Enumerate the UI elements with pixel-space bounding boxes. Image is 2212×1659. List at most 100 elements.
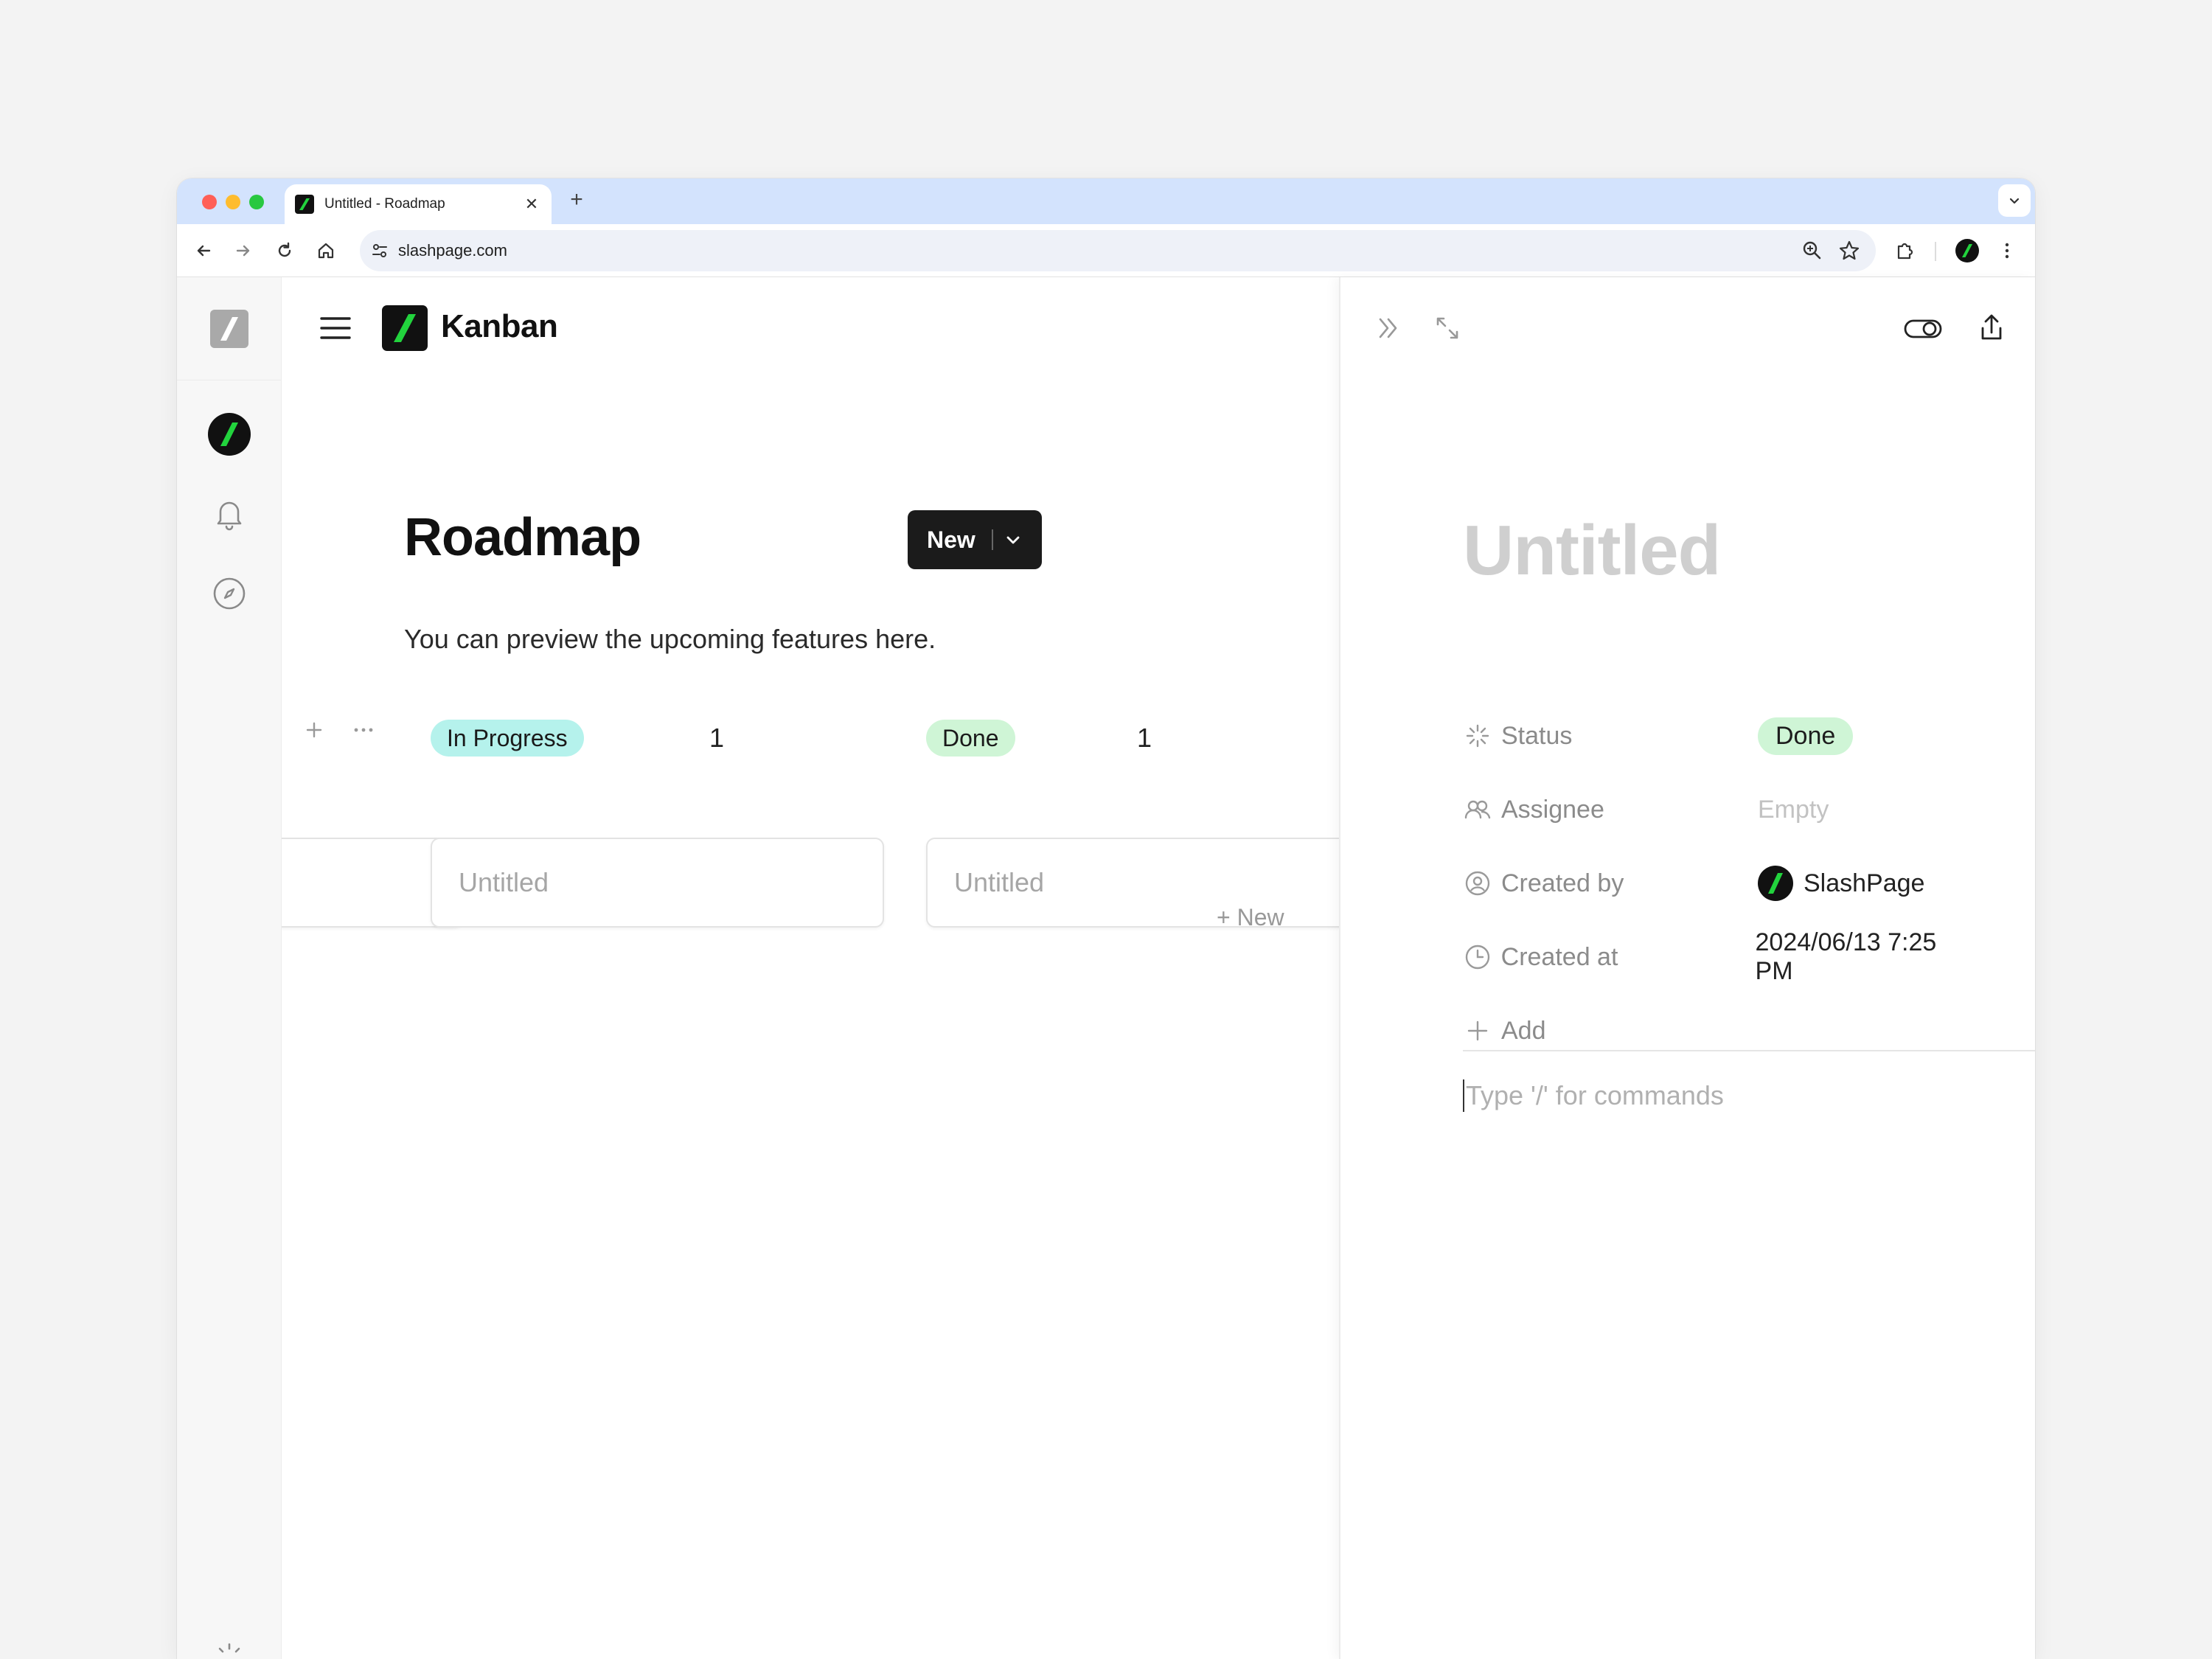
vertical-dots-icon bbox=[2005, 243, 2009, 259]
property-name: Status bbox=[1501, 721, 1573, 750]
maximize-window-button[interactable] bbox=[249, 195, 264, 209]
app-name: Kanban bbox=[441, 308, 558, 344]
user-circle-icon bbox=[1463, 869, 1492, 898]
text-caret bbox=[1463, 1079, 1464, 1112]
toggle-icon bbox=[1904, 319, 1942, 338]
new-button[interactable]: New bbox=[908, 510, 1042, 569]
explore-button[interactable] bbox=[206, 571, 252, 616]
document-editor[interactable]: Type '/' for commands bbox=[1463, 1074, 2035, 1118]
bookmark-star-icon[interactable] bbox=[1836, 237, 1863, 264]
chevron-down-icon bbox=[2009, 198, 2020, 204]
share-icon bbox=[1981, 314, 2002, 340]
property-assignee[interactable]: Assignee Empty bbox=[1463, 787, 1979, 832]
browser-menu-button[interactable] bbox=[1994, 237, 2020, 264]
reload-button[interactable] bbox=[271, 237, 298, 264]
toolbar-divider bbox=[1935, 242, 1936, 261]
add-column-icon[interactable] bbox=[304, 720, 324, 740]
profile-avatar-icon bbox=[1955, 239, 1979, 262]
property-name: Assignee bbox=[1501, 795, 1604, 824]
new-button-dropdown[interactable] bbox=[1002, 529, 1024, 551]
left-rail bbox=[177, 277, 282, 1659]
property-name: Created at bbox=[1500, 942, 1618, 971]
tab-search-button[interactable] bbox=[1998, 184, 2031, 217]
kanban-card[interactable]: Untitled bbox=[431, 838, 884, 928]
status-icon bbox=[1463, 721, 1492, 751]
add-property-button[interactable]: Add bbox=[1463, 1009, 1979, 1053]
kanban-logo-icon bbox=[382, 305, 428, 351]
slashpage-logo-icon bbox=[209, 309, 248, 348]
profile-button[interactable] bbox=[1954, 237, 1980, 264]
people-icon bbox=[1463, 795, 1492, 824]
editor-placeholder: Type '/' for commands bbox=[1466, 1080, 1724, 1110]
share-button[interactable] bbox=[1973, 310, 2010, 347]
close-window-button[interactable] bbox=[202, 195, 217, 209]
compass-icon bbox=[213, 577, 246, 610]
notifications-button[interactable] bbox=[206, 491, 252, 537]
rail-logo[interactable] bbox=[177, 277, 281, 380]
bell-icon bbox=[217, 501, 242, 531]
document-title[interactable]: Untitled bbox=[1463, 510, 1721, 591]
workspace-avatar-icon bbox=[208, 413, 251, 456]
card-title: Untitled bbox=[459, 867, 549, 897]
site-info-icon[interactable] bbox=[370, 241, 389, 260]
expand-icon bbox=[1436, 317, 1458, 339]
chevron-down-icon bbox=[1006, 536, 1020, 544]
tab-strip: Untitled - Roadmap ✕ + bbox=[177, 178, 2035, 224]
extensions-button[interactable] bbox=[1892, 237, 1919, 264]
sun-icon bbox=[218, 1643, 240, 1653]
home-button[interactable] bbox=[313, 237, 339, 264]
status-badge[interactable]: Done bbox=[1758, 717, 1854, 755]
theme-toggle[interactable] bbox=[206, 1635, 252, 1659]
expand-panel-button[interactable] bbox=[1429, 310, 1466, 347]
back-button[interactable] bbox=[190, 237, 217, 264]
more-options-icon[interactable] bbox=[351, 720, 376, 740]
url-text[interactable]: slashpage.com bbox=[398, 241, 507, 260]
browser-tab-active[interactable]: Untitled - Roadmap ✕ bbox=[285, 184, 552, 224]
new-button-divider bbox=[991, 529, 993, 550]
column-badge-in-progress: In Progress bbox=[431, 720, 584, 757]
home-icon bbox=[318, 243, 334, 259]
clock-icon bbox=[1463, 942, 1492, 972]
arrow-right-icon bbox=[236, 245, 250, 257]
property-created-by: Created by SlashPage bbox=[1463, 861, 1979, 905]
column-count: 1 bbox=[1137, 723, 1152, 753]
kanban-main: Kanban Roadmap New You can preview the u… bbox=[282, 277, 1339, 1659]
plus-icon bbox=[1463, 1016, 1492, 1046]
add-card-button[interactable]: + New bbox=[1217, 904, 1284, 931]
address-bar[interactable]: slashpage.com bbox=[360, 230, 1876, 271]
toggle-button[interactable] bbox=[1901, 310, 1945, 347]
puzzle-icon bbox=[1897, 243, 1913, 260]
collapse-panel-button[interactable] bbox=[1370, 310, 1407, 347]
property-name: Created by bbox=[1501, 869, 1624, 897]
column-count: 1 bbox=[709, 723, 725, 753]
property-status[interactable]: Status Done bbox=[1463, 714, 1979, 758]
creator-name: SlashPage bbox=[1804, 869, 1925, 897]
column-label: In Progress bbox=[447, 724, 568, 751]
column-tools bbox=[304, 720, 376, 740]
column-badge-done: Done bbox=[926, 720, 1015, 757]
property-created-at: Created at 2024/06/13 7:25 PM bbox=[1463, 928, 1979, 985]
page-title: Roadmap bbox=[404, 508, 641, 567]
tab-close-icon[interactable]: ✕ bbox=[522, 195, 541, 214]
browser-window: Untitled - Roadmap ✕ + slashpage.com Kan… bbox=[177, 178, 2035, 1659]
forward-button[interactable] bbox=[230, 237, 257, 264]
properties-divider bbox=[1463, 1050, 2035, 1051]
add-property-label: Add bbox=[1501, 1016, 1546, 1045]
reload-icon bbox=[278, 242, 291, 257]
property-value[interactable]: Done bbox=[1758, 717, 1854, 755]
minimize-window-button[interactable] bbox=[226, 195, 240, 209]
window-controls bbox=[202, 195, 264, 209]
property-value[interactable]: Empty bbox=[1758, 796, 1829, 824]
column-label: Done bbox=[942, 724, 999, 751]
property-value: SlashPage bbox=[1758, 866, 1924, 901]
browser-toolbar: slashpage.com bbox=[177, 224, 2035, 277]
zoom-icon[interactable] bbox=[1799, 237, 1826, 264]
page-description: You can preview the upcoming features he… bbox=[404, 624, 936, 654]
menu-button[interactable] bbox=[317, 310, 354, 347]
tab-title: Untitled - Roadmap bbox=[324, 196, 445, 212]
new-button-label: New bbox=[927, 526, 975, 553]
hamburger-icon bbox=[320, 317, 351, 339]
slashpage-favicon-icon bbox=[295, 195, 314, 214]
workspace-avatar[interactable] bbox=[206, 411, 252, 457]
new-tab-button[interactable]: + bbox=[563, 187, 590, 214]
